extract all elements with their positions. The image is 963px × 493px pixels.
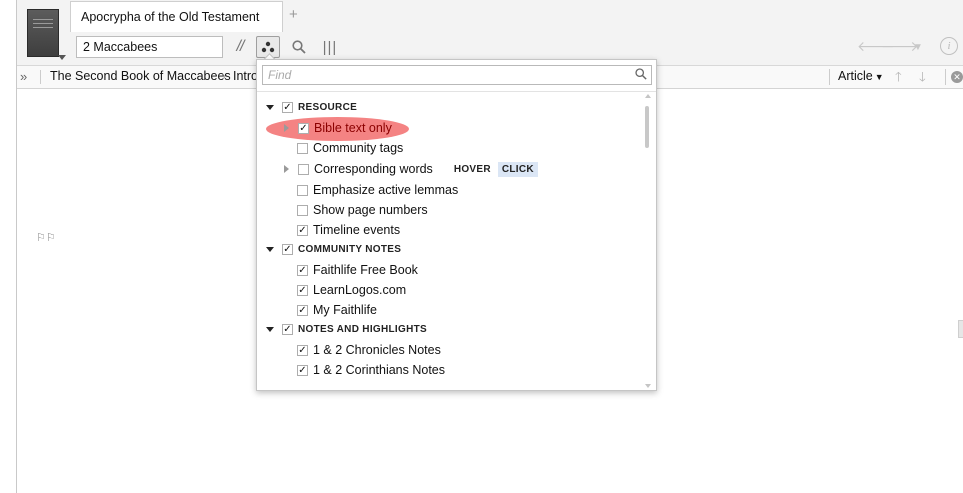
filter-checkbox[interactable] [297, 142, 308, 154]
expand-panel-icon[interactable]: » [20, 69, 27, 84]
filter-item-community-tags[interactable]: Community tags [297, 138, 403, 158]
section-checkbox[interactable]: ✓ [282, 101, 293, 113]
next-article-icon[interactable]: 🡓 [919, 68, 926, 90]
divider [829, 69, 830, 85]
scrollbar[interactable] [645, 94, 653, 388]
breadcrumb-current[interactable]: Intro [233, 69, 258, 83]
filter-checkbox[interactable]: ✓ [297, 344, 308, 356]
section-checkbox[interactable]: ✓ [282, 243, 293, 255]
filter-checkbox[interactable]: ✓ [297, 264, 308, 276]
section-checkbox[interactable]: ✓ [282, 323, 293, 335]
collapse-icon[interactable] [266, 326, 274, 332]
filter-item-chronicles-notes[interactable]: ✓ 1 & 2 Chronicles Notes [297, 340, 441, 360]
reference-input[interactable] [76, 36, 223, 58]
filter-item-corresponding-words[interactable]: Corresponding words HOVER CLICK [284, 159, 538, 179]
find-input[interactable]: Find [262, 65, 652, 85]
divider [945, 69, 946, 85]
scrollbar-thumb[interactable] [645, 106, 649, 148]
section-notes-and-highlights[interactable]: ✓ NOTES AND HIGHLIGHTS [266, 319, 427, 339]
filter-label: LearnLogos.com [313, 283, 407, 297]
article-dropdown-button[interactable]: Article ▼ [838, 69, 884, 83]
filter-label: Emphasize active lemmas [313, 183, 459, 197]
filter-item-my-faithlife[interactable]: ✓ My Faithlife [297, 300, 377, 320]
filter-item-timeline-events[interactable]: ✓ Timeline events [297, 220, 400, 240]
search-button[interactable] [289, 36, 309, 58]
columns-button[interactable]: ||| [319, 36, 341, 58]
find-placeholder: Find [268, 68, 292, 82]
collapse-icon[interactable] [266, 104, 274, 110]
previous-article-icon[interactable]: 🡑 [895, 68, 902, 90]
filter-checkbox[interactable]: ✓ [297, 284, 308, 296]
filter-label: Corresponding words [314, 162, 433, 176]
section-label: NOTES AND HIGHLIGHTS [298, 323, 427, 335]
filter-checkbox[interactable]: ✓ [297, 304, 308, 316]
divider [257, 91, 656, 92]
filter-label: Timeline events [313, 223, 401, 237]
filter-label: 1 & 2 Chronicles Notes [313, 343, 441, 357]
filter-item-faithlife-free-book[interactable]: ✓ Faithlife Free Book [297, 260, 418, 280]
filter-label: 1 & 2 Corinthians Notes [313, 363, 446, 377]
section-community-notes[interactable]: ✓ COMMUNITY NOTES [266, 239, 401, 259]
tab-title: Apocrypha of the Old Testament [81, 10, 260, 24]
section-resource[interactable]: ✓ RESOURCE [266, 97, 357, 117]
info-icon[interactable]: i [940, 37, 958, 55]
expand-icon[interactable] [284, 124, 289, 132]
left-strip [0, 0, 17, 493]
filter-label: My Faithlife [313, 303, 377, 317]
filter-item-learnlogos[interactable]: ✓ LearnLogos.com [297, 280, 406, 300]
collapse-icon[interactable] [266, 246, 274, 252]
add-tab-button[interactable]: + [289, 6, 298, 23]
parallel-resources-button[interactable]: // [230, 36, 250, 58]
scroll-down-icon[interactable] [645, 384, 651, 388]
filter-checkbox[interactable]: ✓ [297, 364, 308, 376]
scroll-up-icon[interactable] [645, 94, 651, 98]
filter-label: Community tags [313, 141, 404, 155]
breadcrumb-separator: › [222, 69, 226, 83]
click-option[interactable]: CLICK [497, 161, 538, 177]
divider [40, 70, 41, 84]
chevron-down-icon[interactable] [58, 55, 66, 60]
book-cover-thumbnail[interactable] [27, 9, 59, 57]
hover-option[interactable]: HOVER [454, 164, 491, 175]
history-dropdown-icon[interactable]: ▼ [913, 42, 923, 53]
close-icon[interactable]: ✕ [951, 71, 963, 83]
resource-toolbar: Apocrypha of the Old Testament + // ||| … [17, 0, 963, 66]
filter-item-bible-text-only[interactable]: ✓ Bible text only [284, 118, 392, 138]
filter-checkbox[interactable] [298, 163, 309, 175]
filter-checkbox[interactable] [297, 184, 308, 196]
chevron-down-icon: ▼ [874, 72, 884, 82]
filter-item-show-page-numbers[interactable]: Show page numbers [297, 200, 428, 220]
filter-checkbox[interactable]: ✓ [298, 122, 309, 134]
expand-icon[interactable] [284, 165, 289, 173]
filter-checkbox[interactable] [297, 204, 308, 216]
search-icon [635, 68, 647, 80]
search-icon [292, 40, 306, 54]
panel-resize-handle[interactable] [958, 320, 963, 338]
article-label: Article [838, 69, 873, 83]
section-label: RESOURCE [298, 101, 358, 113]
flag-icons[interactable]: ⚐⚐ [36, 231, 56, 244]
filter-item-emphasize-active-lemmas[interactable]: Emphasize active lemmas [297, 180, 458, 200]
visual-filters-icon [261, 41, 275, 53]
filter-label: Bible text only [314, 121, 392, 135]
breadcrumb-book-title[interactable]: The Second Book of Maccabees [50, 69, 231, 83]
filter-item-corinthians-notes[interactable]: ✓ 1 & 2 Corinthians Notes [297, 360, 445, 380]
filter-label: Show page numbers [313, 203, 428, 217]
section-label: COMMUNITY NOTES [298, 243, 402, 255]
tab-resource[interactable]: Apocrypha of the Old Testament [70, 1, 283, 32]
filter-label: Faithlife Free Book [313, 263, 418, 277]
filter-checkbox[interactable]: ✓ [297, 224, 308, 236]
